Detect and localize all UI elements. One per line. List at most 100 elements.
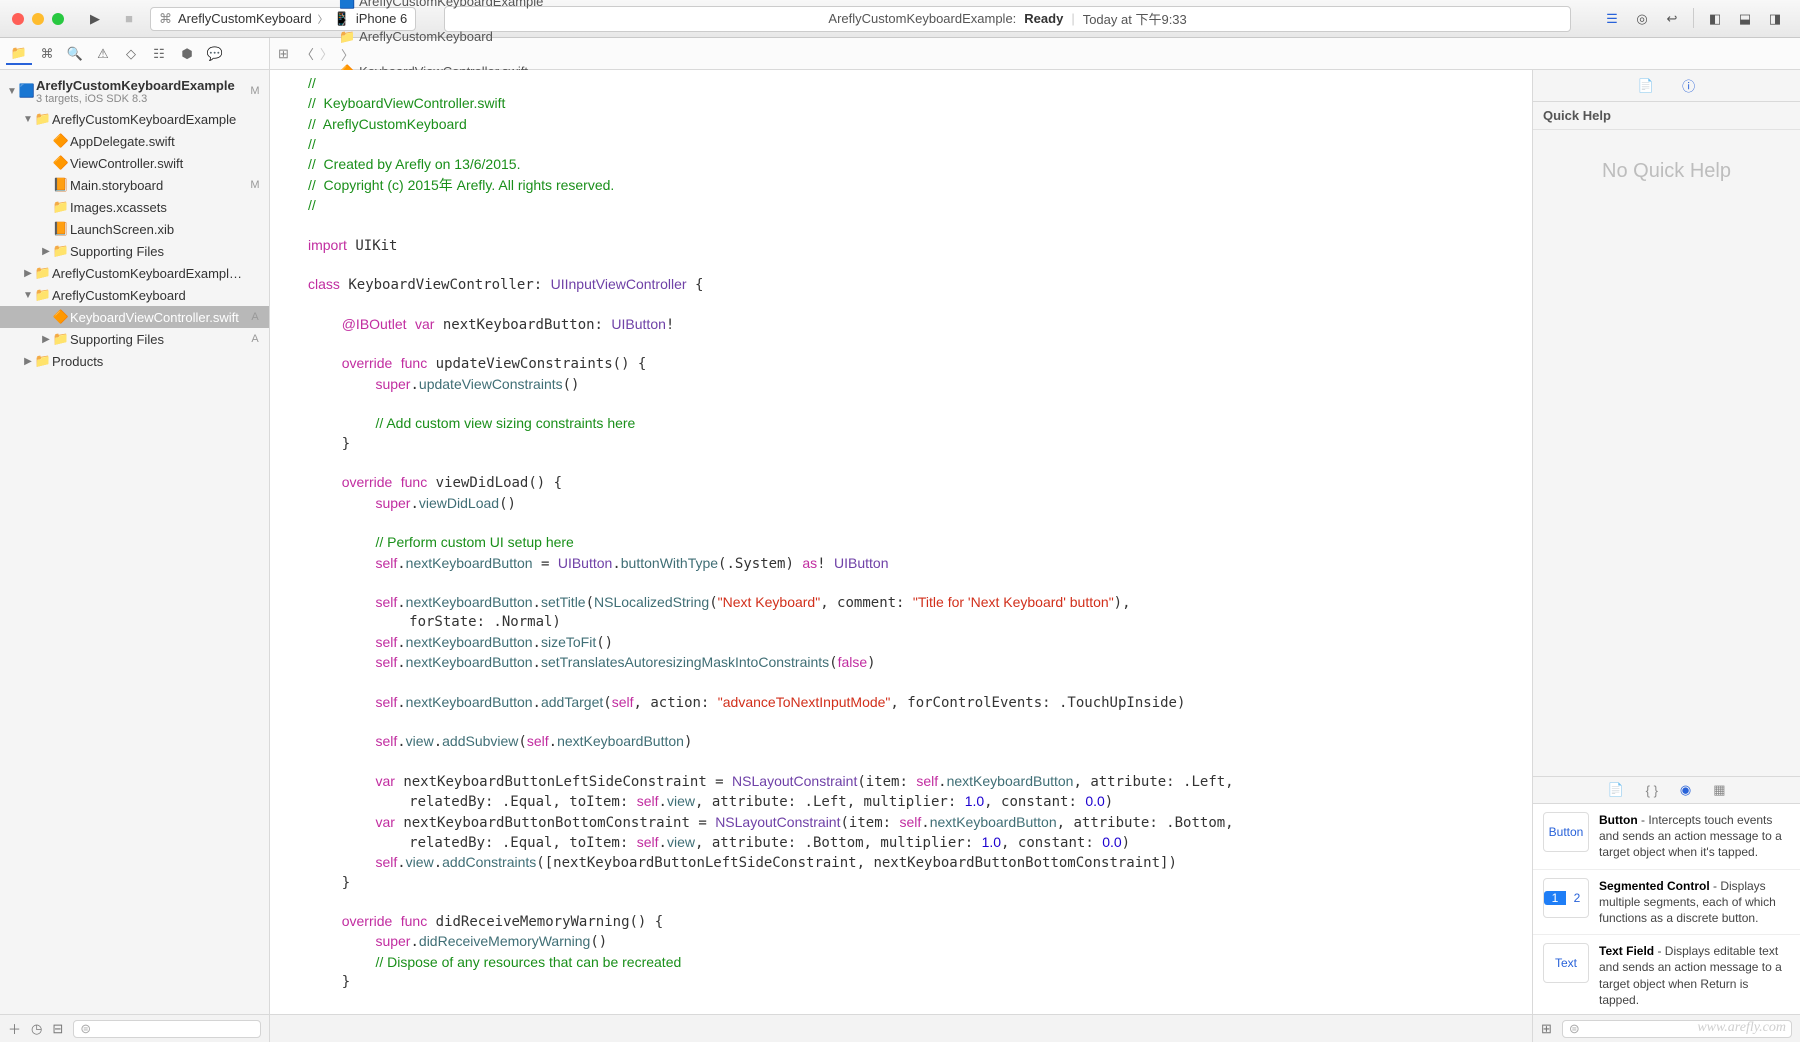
tree-row[interactable]: ▼📁AreflyCustomKeyboard [0, 284, 269, 306]
project-navigator[interactable]: ▼🟦AreflyCustomKeyboardExample3 targets, … [0, 70, 270, 1014]
quick-help-title: Quick Help [1533, 102, 1800, 130]
filter-icon: ⊜ [80, 1021, 91, 1037]
tree-label: AppDelegate.swift [70, 134, 247, 149]
scm-filter-icon[interactable]: ⊟ [52, 1021, 63, 1037]
toggle-debug-button[interactable]: ⬓ [1732, 8, 1758, 30]
folder-icon: 📁 [34, 353, 52, 369]
navigator-filter-input[interactable]: ⊜ [73, 1020, 261, 1038]
object-library[interactable]: ButtonButton - Intercepts touch events a… [1533, 804, 1800, 1014]
add-button[interactable]: ＋ [8, 1019, 21, 1038]
tree-row[interactable]: ▼📁AreflyCustomKeyboardExample [0, 108, 269, 130]
jump-bar[interactable]: ⊞ 〈 〉 🟦AreflyCustomKeyboardExample〉📁Aref… [270, 38, 1800, 69]
titlebar: ▶ ■ ⌘ AreflyCustomKeyboard 〉 📱 iPhone 6 … [0, 0, 1800, 38]
disclosure-icon[interactable]: ▶ [40, 334, 52, 345]
report-navigator-icon[interactable]: 💬 [202, 43, 228, 65]
tree-row[interactable]: 📁Images.xcassets [0, 196, 269, 218]
tree-row[interactable]: ▶📁Supporting FilesA [0, 328, 269, 350]
run-button[interactable]: ▶ [82, 8, 108, 30]
jumpbar-segment[interactable]: 🟦AreflyCustomKeyboardExample [339, 0, 543, 10]
zoom-button[interactable] [52, 13, 64, 25]
close-button[interactable] [12, 13, 24, 25]
file-inspector-icon[interactable]: 📄 [1638, 78, 1654, 94]
window-controls [12, 13, 64, 25]
tree-label: Images.xcassets [70, 200, 247, 215]
tree-row[interactable]: 🔶ViewController.swift [0, 152, 269, 174]
tree-row[interactable]: 🔶AppDelegate.swift [0, 130, 269, 152]
scm-badge: A [247, 311, 263, 323]
object-library-icon[interactable]: ◉ [1680, 782, 1691, 798]
toggle-navigator-button[interactable]: ◧ [1702, 8, 1728, 30]
grid-view-icon[interactable]: ⊞ [1541, 1021, 1552, 1037]
project-navigator-icon[interactable]: 📁 [6, 43, 32, 65]
related-items-icon[interactable]: ⊞ [278, 46, 289, 62]
xib-icon: 📙 [52, 221, 70, 237]
disclosure-icon[interactable]: ▶ [22, 268, 34, 279]
quick-help-icon[interactable]: ⓘ [1682, 76, 1695, 95]
file-template-library-icon[interactable]: 📄 [1607, 782, 1623, 798]
disclosure-icon[interactable]: ▶ [40, 246, 52, 257]
tree-row[interactable]: ▶📁Supporting Files [0, 240, 269, 262]
library-item[interactable]: 12Segmented Control - Displays multiple … [1533, 870, 1800, 936]
media-library-icon[interactable]: ▦ [1713, 782, 1725, 798]
tree-label: AreflyCustomKeyboardExampleTests [52, 266, 247, 281]
library-item[interactable]: TextText Field - Displays editable text … [1533, 935, 1800, 1014]
back-button[interactable]: 〈 [301, 44, 314, 63]
swift-icon: 🔶 [52, 309, 70, 325]
tree-row[interactable]: 📙Main.storyboardM [0, 174, 269, 196]
filter-icon: ⊜ [1569, 1021, 1580, 1037]
library-item[interactable]: ButtonButton - Intercepts touch events a… [1533, 804, 1800, 870]
scm-badge: M [247, 85, 263, 97]
standard-editor-button[interactable]: ☰ [1599, 8, 1625, 30]
stop-button[interactable]: ■ [116, 8, 142, 30]
test-navigator-icon[interactable]: ◇ [118, 43, 144, 65]
source-editor[interactable]: // // KeyboardViewController.swift // Ar… [308, 70, 1532, 1014]
tree-row[interactable]: 📙LaunchScreen.xib [0, 218, 269, 240]
disclosure-icon[interactable]: ▶ [22, 356, 34, 367]
issue-navigator-icon[interactable]: ⚠ [90, 43, 116, 65]
tree-label: AreflyCustomKeyboard [52, 288, 247, 303]
folder-icon: 📁 [52, 243, 70, 259]
symbol-navigator-icon[interactable]: ⌘ [34, 43, 60, 65]
navigator-filter-bar: ＋ ◷ ⊟ ⊜ [0, 1015, 270, 1042]
folder-icon: 📁 [34, 287, 52, 303]
folder-icon: 📁 [339, 29, 355, 45]
swift-icon: 🔶 [52, 133, 70, 149]
tree-label: AreflyCustomKeyboardExample [52, 112, 247, 127]
code-snippet-library-icon[interactable]: { } [1646, 783, 1658, 798]
library-thumb: Text [1543, 943, 1589, 983]
tree-row[interactable]: ▶📁AreflyCustomKeyboardExampleTests [0, 262, 269, 284]
disclosure-icon[interactable]: ▼ [6, 86, 18, 97]
library-tabs: 📄 { } ◉ ▦ [1533, 776, 1800, 804]
forward-button[interactable]: 〉 [320, 44, 333, 63]
disclosure-icon[interactable]: ▼ [22, 290, 34, 301]
proj-icon: 🟦 [18, 83, 36, 99]
tree-label: AreflyCustomKeyboardExample3 targets, iO… [36, 78, 247, 105]
find-navigator-icon[interactable]: 🔍 [62, 43, 88, 65]
assistant-editor-button[interactable]: ◎ [1629, 8, 1655, 30]
jumpbar-segment[interactable]: 📁 AreflyCustomKeyboard [339, 29, 543, 45]
debug-navigator-icon[interactable]: ☷ [146, 43, 172, 65]
minimize-button[interactable] [32, 13, 44, 25]
breakpoint-navigator-icon[interactable]: ⬢ [174, 43, 200, 65]
status-time: Today at 下午9:33 [1083, 9, 1187, 28]
main-area: ▼🟦AreflyCustomKeyboardExample3 targets, … [0, 70, 1800, 1014]
activity-status: AreflyCustomKeyboardExample: Ready | Tod… [444, 6, 1571, 32]
version-editor-button[interactable]: ↩ [1659, 8, 1685, 30]
folder-icon: 📁 [34, 265, 52, 281]
editor-mode-buttons: ☰ ◎ ↩ ◧ ⬓ ◨ [1599, 8, 1788, 30]
toggle-inspector-button[interactable]: ◨ [1762, 8, 1788, 30]
recent-filter-icon[interactable]: ◷ [31, 1021, 42, 1037]
secondary-toolbar: 📁 ⌘ 🔍 ⚠ ◇ ☷ ⬢ 💬 ⊞ 〈 〉 🟦AreflyCustomKeybo… [0, 38, 1800, 70]
scm-badge: M [247, 179, 263, 191]
quick-help-body: No Quick Help [1533, 130, 1800, 776]
library-thumb: Button [1543, 812, 1589, 852]
tree-row[interactable]: ▼🟦AreflyCustomKeyboardExample3 targets, … [0, 74, 269, 108]
tree-row[interactable]: ▶📁Products [0, 350, 269, 372]
scm-badge: A [247, 333, 263, 345]
tree-row[interactable]: 🔶KeyboardViewController.swiftA [0, 306, 269, 328]
jumpbar-label: AreflyCustomKeyboard [359, 29, 493, 44]
jumpbar-label: AreflyCustomKeyboardExample [359, 0, 543, 9]
folder-icon: 📁 [52, 331, 70, 347]
library-desc: Segmented Control - Displays multiple se… [1599, 878, 1790, 927]
disclosure-icon[interactable]: ▼ [22, 114, 34, 125]
